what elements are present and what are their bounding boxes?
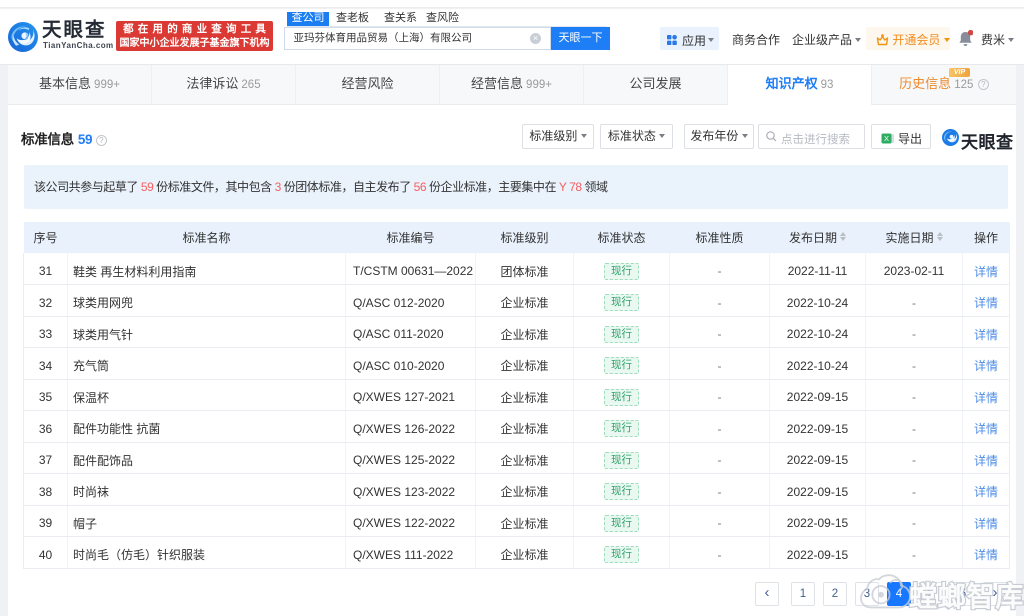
svg-text:X: X — [884, 134, 889, 143]
